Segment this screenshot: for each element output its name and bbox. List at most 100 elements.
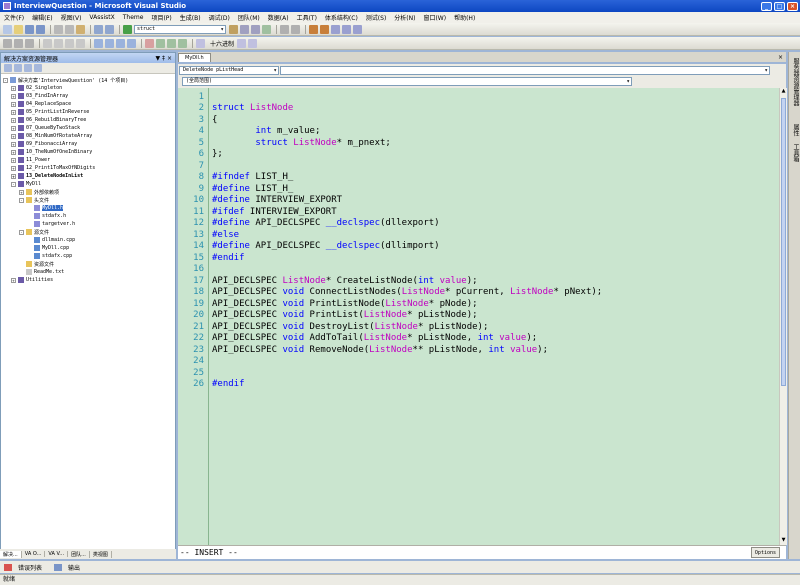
clear-bookmark-icon[interactable] bbox=[127, 38, 136, 48]
menu-item[interactable]: 数据(A) bbox=[264, 13, 293, 22]
code-line[interactable]: 15 #endif bbox=[178, 252, 244, 264]
disassembly-icon[interactable] bbox=[237, 38, 247, 48]
server-explorer-tab[interactable]: 服务器资源管理器 bbox=[790, 58, 800, 106]
expand-icon[interactable]: + bbox=[11, 109, 16, 115]
tree-item[interactable]: +05_PrintListInReverse bbox=[1, 108, 175, 116]
tree-item[interactable]: dllmain.cpp bbox=[1, 236, 175, 244]
undo-icon[interactable] bbox=[94, 24, 103, 34]
menu-item[interactable]: 测试(S) bbox=[362, 13, 391, 22]
properties-icon[interactable] bbox=[251, 24, 260, 34]
tree-item[interactable]: stdafx.cpp bbox=[1, 252, 175, 260]
tree-item[interactable]: +12_Print1ToMaxOfNDigits bbox=[1, 164, 175, 172]
find-combo[interactable]: struct bbox=[134, 24, 226, 34]
maximize-button[interactable]: □ bbox=[774, 1, 785, 11]
tree-item[interactable]: +10_TheNumOfOneInBinary bbox=[1, 148, 175, 156]
outdent-icon[interactable] bbox=[54, 38, 63, 48]
menu-item[interactable]: VAssistX bbox=[85, 14, 118, 21]
cancel-build-icon[interactable] bbox=[25, 38, 34, 48]
step-into-icon[interactable] bbox=[156, 38, 165, 48]
tree-item[interactable]: +13_DeleteNodeInList bbox=[1, 172, 175, 180]
menu-item[interactable]: Theme bbox=[119, 14, 148, 21]
expand-icon[interactable]: + bbox=[11, 141, 16, 147]
tab-error-list[interactable]: 错误列表 bbox=[0, 563, 50, 572]
expand-icon[interactable]: + bbox=[11, 277, 16, 283]
expand-icon[interactable]: + bbox=[11, 85, 16, 91]
tree-item[interactable]: + Utilities bbox=[1, 276, 175, 284]
expand-icon[interactable]: + bbox=[19, 189, 24, 195]
tree-solution-root[interactable]: - 解决方案'InterviewQuestion' (14 个项目) bbox=[1, 76, 175, 84]
solution-explorer-icon[interactable] bbox=[240, 24, 249, 34]
tree-item[interactable]: +06_RebuildBinaryTree bbox=[1, 116, 175, 124]
va-find-icon[interactable] bbox=[320, 24, 329, 34]
options-button[interactable]: Options bbox=[750, 547, 780, 558]
next-bookmark-icon[interactable] bbox=[116, 38, 125, 48]
scroll-down-icon[interactable]: ▼ bbox=[780, 537, 787, 545]
code-line[interactable]: 11 #ifdef INTERVIEW_EXPORT bbox=[178, 206, 336, 218]
start-debug-icon[interactable] bbox=[123, 24, 132, 34]
va-open-file-icon[interactable] bbox=[353, 24, 362, 34]
code-line[interactable]: 25 bbox=[178, 367, 212, 379]
menu-item[interactable]: 分析(N) bbox=[390, 13, 419, 22]
view-class-diagram-icon[interactable] bbox=[34, 64, 42, 72]
memory-icon[interactable] bbox=[196, 38, 205, 48]
collapse-icon[interactable]: - bbox=[3, 77, 8, 83]
code-line[interactable]: 7 bbox=[178, 160, 212, 172]
code-line[interactable]: 21 API_DECLSPEC void DestroyList(ListNode… bbox=[178, 321, 488, 333]
save-icon[interactable] bbox=[25, 24, 34, 34]
expand-icon[interactable]: + bbox=[11, 117, 16, 123]
registers-icon[interactable] bbox=[248, 38, 258, 48]
properties-icon[interactable] bbox=[4, 64, 12, 72]
find-in-files-icon[interactable] bbox=[229, 24, 238, 34]
tree-item[interactable]: +04_ReplaceSpace bbox=[1, 100, 175, 108]
code-line[interactable]: 10 #define INTERVIEW_EXPORT bbox=[178, 195, 342, 207]
build-icon[interactable] bbox=[3, 38, 12, 48]
code-line[interactable]: 14 #define API_DECLSPEC __declspec(dllimp… bbox=[178, 241, 439, 253]
code-line[interactable]: 1 bbox=[178, 91, 212, 103]
close-button[interactable]: × bbox=[787, 1, 798, 11]
code-line[interactable]: 26 #endif bbox=[178, 379, 244, 391]
show-all-files-icon[interactable] bbox=[14, 64, 22, 72]
expand-icon[interactable]: + bbox=[11, 157, 16, 163]
scope-combo[interactable]: (全局范围) bbox=[182, 77, 632, 86]
menu-item[interactable]: 团队(M) bbox=[234, 13, 264, 22]
indent-icon[interactable] bbox=[43, 38, 52, 48]
collapse-icon[interactable]: - bbox=[19, 229, 24, 235]
toolbox-tab[interactable]: 工具箱 bbox=[790, 144, 800, 162]
code-line[interactable]: 23 API_DECLSPEC void RemoveNode(ListNode*… bbox=[178, 344, 548, 356]
left-panel-tab[interactable]: 类视图 bbox=[90, 550, 112, 558]
menu-item[interactable]: 体系结构(C) bbox=[321, 13, 362, 22]
comment-icon[interactable] bbox=[65, 38, 74, 48]
menu-item[interactable]: 编辑(E) bbox=[28, 13, 56, 22]
output-window-icon[interactable] bbox=[280, 24, 289, 34]
tree-item[interactable]: - MyDll bbox=[1, 180, 175, 188]
expand-icon[interactable]: + bbox=[11, 165, 16, 171]
member-combo[interactable] bbox=[280, 66, 770, 75]
tree-item[interactable]: ReadMe.txt bbox=[1, 268, 175, 276]
vim-command-bar[interactable]: -- INSERT -- Options bbox=[178, 545, 786, 559]
tree-item[interactable]: +11_Power bbox=[1, 156, 175, 164]
cut-icon[interactable] bbox=[54, 24, 63, 34]
left-panel-tab[interactable]: 团队... bbox=[68, 550, 90, 558]
menu-item[interactable]: 文件(F) bbox=[0, 13, 28, 22]
code-line[interactable]: 16 bbox=[178, 264, 212, 276]
expand-icon[interactable]: + bbox=[11, 133, 16, 139]
paste-icon[interactable] bbox=[76, 24, 85, 34]
collapse-icon[interactable]: - bbox=[11, 181, 16, 187]
left-panel-tab[interactable]: VA O... bbox=[22, 551, 46, 557]
code-line[interactable]: 2 struct ListNode bbox=[178, 103, 294, 115]
tree-item[interactable]: + 外部依赖项 bbox=[1, 188, 175, 196]
step-out-icon[interactable] bbox=[178, 38, 187, 48]
save-all-icon[interactable] bbox=[36, 24, 45, 34]
expand-icon[interactable]: + bbox=[11, 125, 16, 131]
tree-item[interactable]: - 头文件 bbox=[1, 196, 175, 204]
expand-icon[interactable]: + bbox=[11, 173, 16, 179]
tree-item[interactable]: 资源文件 bbox=[1, 260, 175, 268]
code-line[interactable]: 17 API_DECLSPEC ListNode* CreateListNode(… bbox=[178, 275, 477, 287]
tree-item[interactable]: targetver.h bbox=[1, 220, 175, 228]
code-line[interactable]: 4 int m_value; bbox=[178, 126, 321, 138]
code-line[interactable]: 6}; bbox=[178, 149, 223, 161]
code-line[interactable]: 8 #ifndef LIST_H_ bbox=[178, 172, 294, 184]
tree-item[interactable]: - 源文件 bbox=[1, 228, 175, 236]
tree-item[interactable]: MyDll.h bbox=[1, 204, 175, 212]
menu-item[interactable]: 调试(D) bbox=[205, 13, 234, 22]
